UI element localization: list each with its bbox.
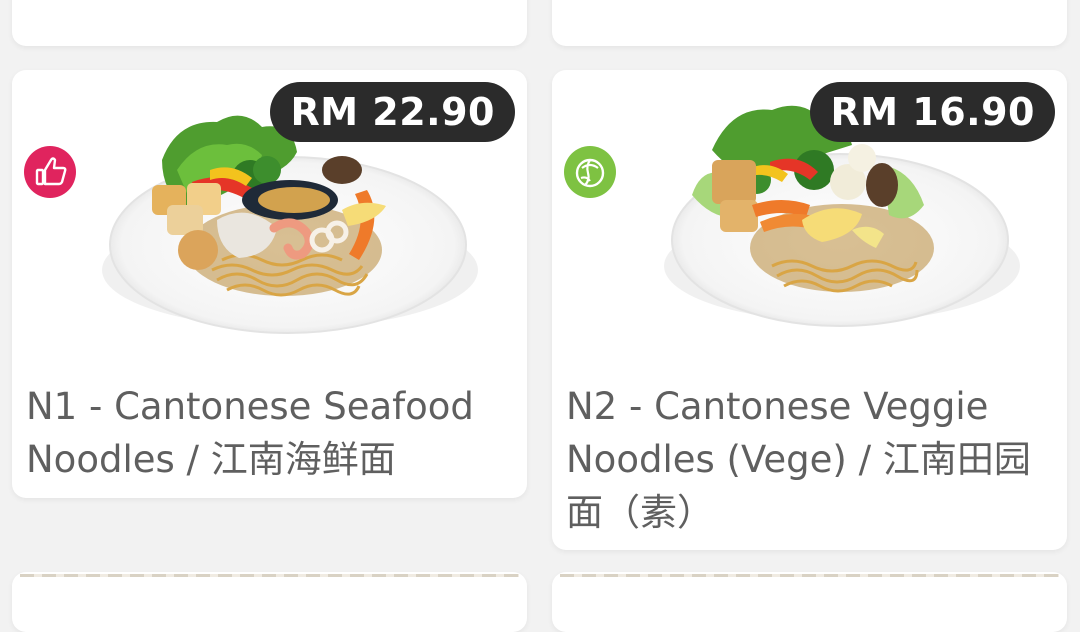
- price-badge: RM 16.90: [810, 82, 1055, 142]
- menu-item-card-next-left[interactable]: [12, 572, 527, 632]
- vegetarian-cabbage-icon: [564, 146, 616, 198]
- menu-item-card-n1[interactable]: RM 22.90 N1 - Cantonese Seafood Noodles …: [12, 70, 527, 498]
- menu-item-card-next-right[interactable]: [552, 572, 1067, 632]
- menu-item-name[interactable]: N1 - Cantonese Seafood Noodles / 江南海鲜面: [26, 380, 516, 486]
- price-badge: RM 22.90: [270, 82, 515, 142]
- menu-item-card-n2[interactable]: RM 16.90 N2 - Cantonese Veggie Noodles (…: [552, 70, 1067, 550]
- menu-item-card-previous-left[interactable]: [12, 0, 527, 46]
- menu-item-card-previous-right[interactable]: [552, 0, 1067, 46]
- menu-item-name[interactable]: N2 - Cantonese Veggie Noodles (Vege) / 江…: [566, 380, 1056, 539]
- recommended-thumbs-up-icon: [24, 146, 76, 198]
